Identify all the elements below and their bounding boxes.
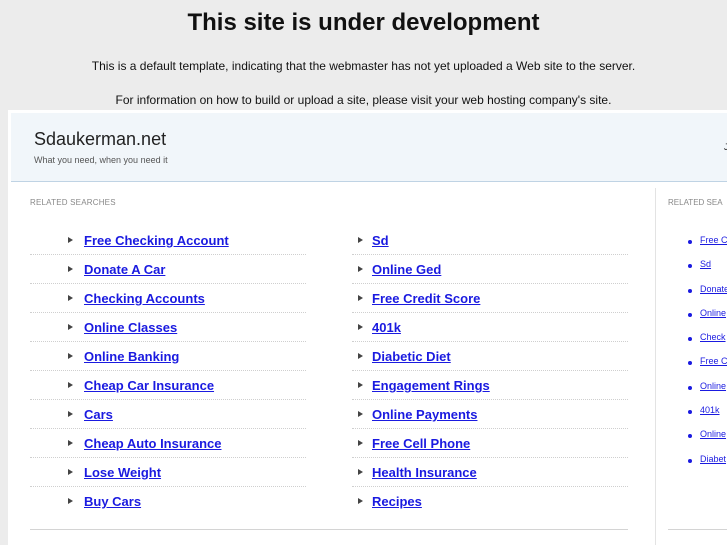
search-link[interactable]: Free Cell Phone: [372, 436, 470, 451]
sidebar-link[interactable]: Online: [700, 429, 726, 439]
list-item: Health Insurance: [352, 458, 628, 487]
search-link[interactable]: Online Payments: [372, 407, 477, 422]
search-link[interactable]: Online Classes: [84, 320, 177, 335]
search-link[interactable]: Free Credit Score: [372, 291, 480, 306]
list-item: Cheap Car Insurance: [30, 371, 306, 400]
list-item: 401k: [352, 313, 628, 342]
sidebar-link[interactable]: Sd: [700, 259, 711, 269]
sidebar-link[interactable]: Free C: [700, 235, 727, 245]
search-link[interactable]: Buy Cars: [84, 494, 141, 509]
arrow-right-icon: [358, 295, 363, 301]
list-item: Online Classes: [30, 313, 306, 342]
arrow-right-icon: [68, 498, 73, 504]
sidebar-link[interactable]: Online: [700, 381, 726, 391]
list-item: Free Cell Phone: [352, 429, 628, 458]
bullet-icon: [688, 288, 692, 293]
list-item: Recipes: [352, 487, 628, 515]
search-link[interactable]: Diabetic Diet: [372, 349, 451, 364]
arrow-right-icon: [358, 411, 363, 417]
search-link[interactable]: Recipes: [372, 494, 422, 509]
sidebar-divider: [655, 188, 656, 545]
list-item: Lose Weight: [30, 458, 306, 487]
bullet-icon: [688, 458, 692, 463]
list-item: Free Credit Score: [352, 284, 628, 313]
bullet-icon: [688, 264, 692, 269]
hosting-info-message: For information on how to build or uploa…: [115, 93, 612, 107]
list-item: Donate A Car: [30, 255, 306, 284]
arrow-right-icon: [68, 324, 73, 330]
sidebar-link[interactable]: 401k: [700, 405, 720, 415]
list-item: Checking Accounts: [30, 284, 306, 313]
related-searches-right-column: Sd Online Ged Free Credit Score 401k Dia…: [352, 226, 628, 515]
bullet-icon: [688, 240, 692, 244]
related-searches-title: RELATED SEARCHES: [30, 198, 116, 207]
top-banner: This site is under development This is a…: [0, 0, 727, 110]
arrow-right-icon: [68, 353, 73, 359]
arrow-right-icon: [68, 469, 73, 475]
search-link[interactable]: Checking Accounts: [84, 291, 205, 306]
search-link[interactable]: Sd: [372, 233, 389, 248]
arrow-right-icon: [68, 237, 73, 243]
bullet-icon: [688, 434, 692, 439]
site-name[interactable]: Sdaukerman.net: [34, 129, 166, 150]
default-template-message: This is a default template, indicating t…: [91, 59, 636, 73]
search-link[interactable]: Free Checking Account: [84, 233, 229, 248]
site-tagline: What you need, when you need it: [34, 155, 168, 165]
bullet-icon: [688, 385, 692, 390]
arrow-right-icon: [358, 440, 363, 446]
related-searches-left-column: Free Checking Account Donate A Car Check…: [30, 226, 306, 515]
list-item: Online Ged: [352, 255, 628, 284]
list-item: Buy Cars: [30, 487, 306, 515]
arrow-right-icon: [68, 382, 73, 388]
arrow-right-icon: [68, 295, 73, 301]
list-item: Engagement Rings: [352, 371, 628, 400]
sidebar-bottom-divider: [668, 529, 727, 530]
parked-page-frame: Sdaukerman.net What you need, when you n…: [8, 110, 727, 545]
bullet-icon: [688, 337, 692, 342]
page-title: This site is under development: [187, 9, 540, 36]
sidebar-link[interactable]: Check: [700, 332, 726, 342]
list-item: Sd: [352, 226, 628, 255]
list-item: Cars: [30, 400, 306, 429]
arrow-right-icon: [358, 353, 363, 359]
search-link[interactable]: Online Ged: [372, 262, 441, 277]
search-link[interactable]: Cheap Auto Insurance: [84, 436, 221, 451]
arrow-right-icon: [68, 411, 73, 417]
search-link[interactable]: Online Banking: [84, 349, 179, 364]
arrow-right-icon: [358, 469, 363, 475]
sidebar-link[interactable]: Diabet: [700, 454, 726, 464]
list-item: Online Banking: [30, 342, 306, 371]
search-link[interactable]: Engagement Rings: [372, 378, 490, 393]
bullet-icon: [688, 410, 692, 415]
arrow-right-icon: [68, 266, 73, 272]
search-link[interactable]: Donate A Car: [84, 262, 165, 277]
sidebar-link[interactable]: Free C: [700, 356, 727, 366]
list-item: Online Payments: [352, 400, 628, 429]
arrow-right-icon: [68, 440, 73, 446]
sidebar-link[interactable]: Online: [700, 308, 726, 318]
list-item: Free Checking Account: [30, 226, 306, 255]
sidebar-title: RELATED SEA: [668, 198, 723, 207]
divider: [30, 529, 628, 530]
arrow-right-icon: [358, 498, 363, 504]
search-link[interactable]: Health Insurance: [372, 465, 477, 480]
search-link[interactable]: Cheap Car Insurance: [84, 378, 214, 393]
bullet-icon: [688, 361, 692, 366]
arrow-right-icon: [358, 266, 363, 272]
list-item: Diabetic Diet: [352, 342, 628, 371]
sidebar-link[interactable]: Donate: [700, 284, 727, 294]
list-item: Cheap Auto Insurance: [30, 429, 306, 458]
bullet-icon: [688, 312, 692, 317]
arrow-right-icon: [358, 237, 363, 243]
search-link[interactable]: 401k: [372, 320, 401, 335]
search-link[interactable]: Cars: [84, 407, 113, 422]
arrow-right-icon: [358, 324, 363, 330]
site-header: Sdaukerman.net What you need, when you n…: [11, 113, 727, 182]
search-link[interactable]: Lose Weight: [84, 465, 161, 480]
arrow-right-icon: [358, 382, 363, 388]
